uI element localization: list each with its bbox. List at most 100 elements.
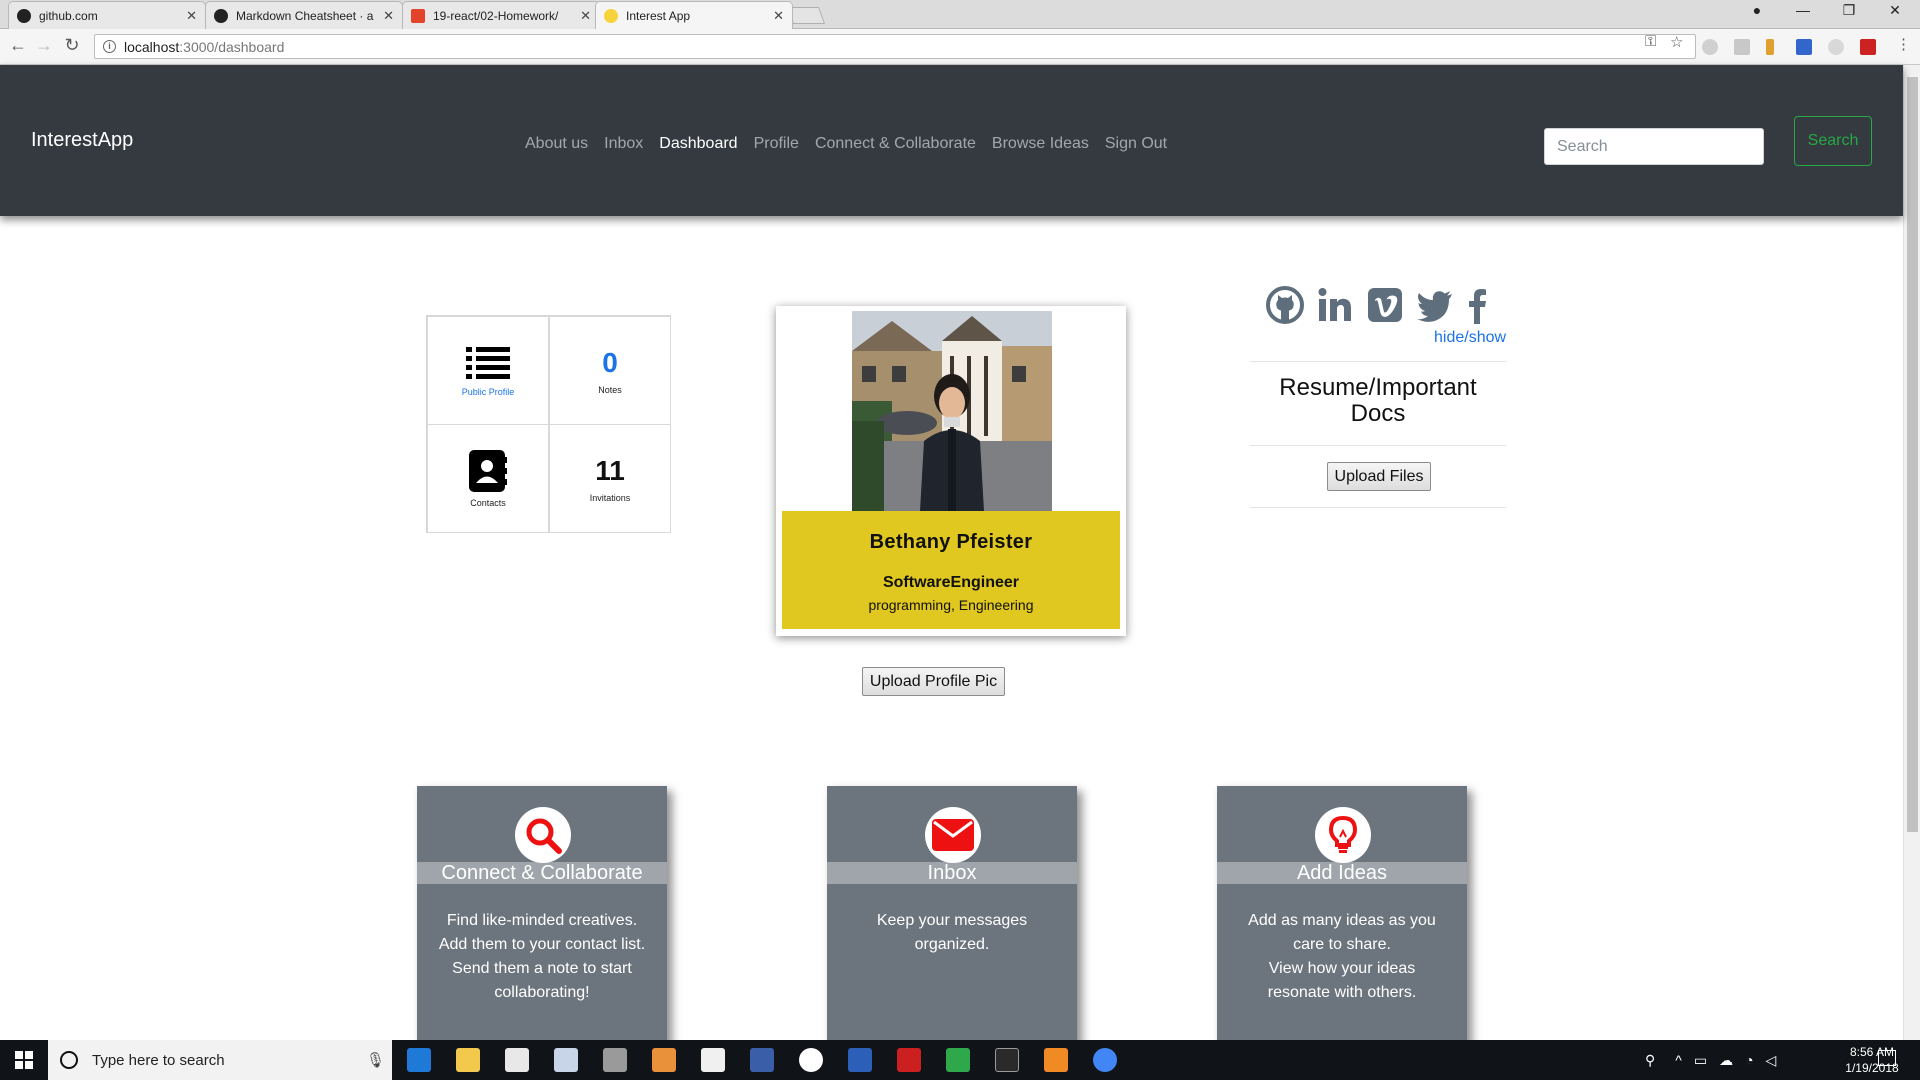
wifi-icon[interactable]: ◔: [1745, 1052, 1753, 1068]
address-bar[interactable]: i localhost:3000/dashboard: [94, 34, 1696, 59]
store-icon[interactable]: [505, 1048, 529, 1072]
volume-icon[interactable]: ◁: [1766, 1052, 1777, 1069]
close-window-button[interactable]: ✕: [1873, 2, 1917, 19]
feature-title: Add Ideas: [1217, 862, 1467, 884]
profile-photo: [852, 311, 1052, 511]
tab-interest-app[interactable]: Interest App ✕: [595, 1, 793, 29]
nav-browse-ideas[interactable]: Browse Ideas: [992, 135, 1089, 153]
notifications-icon[interactable]: [1878, 1050, 1896, 1066]
file-explorer-icon[interactable]: [456, 1048, 480, 1072]
restore-button[interactable]: ❐: [1827, 2, 1871, 19]
microphone-icon[interactable]: 🎙: [366, 1051, 385, 1069]
forward-icon[interactable]: →: [32, 35, 56, 56]
app-icon[interactable]: [603, 1048, 627, 1072]
profile-icon[interactable]: ●: [1735, 2, 1779, 18]
slack-icon[interactable]: [799, 1048, 823, 1072]
nav-dashboard[interactable]: Dashboard: [659, 135, 737, 153]
app-icon[interactable]: [554, 1048, 578, 1072]
search-button[interactable]: Search: [1794, 116, 1872, 166]
mail-icon[interactable]: [701, 1048, 725, 1072]
app-icon[interactable]: [750, 1048, 774, 1072]
feature-icon-circle: [515, 807, 571, 863]
key-icon[interactable]: ⚿: [1645, 33, 1656, 50]
close-icon[interactable]: ✕: [186, 8, 197, 24]
notes-tile[interactable]: 0 Notes: [549, 316, 671, 425]
sublime-icon[interactable]: [1044, 1048, 1068, 1072]
scrollbar-thumb[interactable]: [1907, 77, 1918, 832]
public-profile-label[interactable]: Public Profile: [462, 387, 515, 397]
invitations-tile[interactable]: 11 Invitations: [549, 424, 671, 533]
start-button[interactable]: [0, 1040, 48, 1080]
vimeo-icon[interactable]: [1366, 286, 1404, 324]
close-icon[interactable]: ✕: [383, 8, 394, 24]
nav-connect-collaborate[interactable]: Connect & Collaborate: [815, 135, 976, 153]
tab-gitlab[interactable]: 19-react/02-Homework/ ✕: [402, 1, 600, 29]
close-icon[interactable]: ✕: [580, 8, 591, 24]
nav-sign-out[interactable]: Sign Out: [1105, 135, 1167, 153]
acrobat-icon[interactable]: [897, 1048, 921, 1072]
tab-markdown-cheatsheet[interactable]: Markdown Cheatsheet · a ✕: [205, 1, 403, 29]
system-tray: ⚲ ^ ▭ ☁ ◔ ◁: [1645, 1040, 1776, 1080]
upload-profile-pic-button[interactable]: Upload Profile Pic: [862, 667, 1005, 696]
divider: [1250, 445, 1506, 446]
feature-card-connect[interactable]: Connect & Collaborate Find like-minded c…: [417, 786, 667, 1046]
notes-label: Notes: [598, 384, 622, 395]
feature-card-add-ideas[interactable]: Add Ideas Add as many ideas as you care …: [1217, 786, 1467, 1046]
profile-card: Bethany Pfeister SoftwareEngineer progra…: [776, 306, 1126, 636]
url-path: :3000/dashboard: [179, 38, 285, 55]
nav-profile[interactable]: Profile: [754, 135, 799, 153]
onedrive-icon[interactable]: ☁: [1719, 1052, 1733, 1069]
terminal-icon[interactable]: [995, 1048, 1019, 1072]
menu-icon[interactable]: ⋮: [1896, 35, 1911, 53]
contacts-tile[interactable]: Contacts: [427, 424, 549, 533]
url-host: localhost: [124, 38, 180, 55]
chrome-icon[interactable]: [1093, 1048, 1117, 1072]
app-icon[interactable]: [946, 1048, 970, 1072]
bookmark-star-icon[interactable]: ☆: [1670, 33, 1683, 51]
extension-icon[interactable]: [1734, 39, 1750, 55]
page-scrollbar[interactable]: [1903, 65, 1920, 1040]
app-navbar: InterestApp About us Inbox Dashboard Pro…: [0, 65, 1903, 216]
twitter-icon[interactable]: [1416, 286, 1454, 324]
edge-icon[interactable]: [407, 1048, 431, 1072]
feature-desc-line: Send them a note to start: [452, 960, 632, 977]
word-icon[interactable]: [848, 1048, 872, 1072]
nav-about-us[interactable]: About us: [525, 135, 588, 153]
public-profile-tile[interactable]: Public Profile: [427, 316, 549, 425]
info-icon[interactable]: i: [103, 40, 116, 53]
search-input[interactable]: [1544, 128, 1764, 165]
tab-github[interactable]: github.com ✕: [8, 1, 206, 29]
nav-links: About us Inbox Dashboard Profile Connect…: [525, 135, 1183, 153]
battery-icon[interactable]: ▭: [1694, 1052, 1707, 1069]
list-icon: [466, 346, 510, 379]
extension-icon[interactable]: [1702, 39, 1718, 55]
feature-card-inbox[interactable]: Inbox Keep your messages organized.: [827, 786, 1077, 1046]
social-links: [1266, 286, 1502, 324]
tab-title: Markdown Cheatsheet · a: [236, 8, 374, 23]
extension-icon[interactable]: [1860, 39, 1876, 55]
linkedin-icon[interactable]: [1316, 286, 1354, 324]
taskbar-search[interactable]: Type here to search 🎙: [48, 1040, 392, 1080]
github-icon: [17, 8, 31, 23]
extension-icon[interactable]: [1796, 39, 1812, 55]
extension-icon[interactable]: [1766, 39, 1774, 55]
reload-icon[interactable]: ↻: [60, 35, 84, 56]
media-icon[interactable]: [652, 1048, 676, 1072]
facebook-icon[interactable]: [1466, 286, 1490, 324]
feature-title: Inbox: [827, 862, 1077, 884]
resume-docs-title: Resume/Important Docs: [1279, 374, 1477, 427]
upload-files-button[interactable]: Upload Files: [1327, 462, 1431, 491]
address-book-icon: [469, 449, 507, 492]
nav-inbox[interactable]: Inbox: [604, 135, 643, 153]
brand-logo[interactable]: InterestApp: [31, 129, 133, 152]
close-icon[interactable]: ✕: [773, 8, 784, 24]
back-icon[interactable]: ←: [6, 35, 30, 56]
minimize-button[interactable]: —: [1781, 2, 1825, 18]
github-icon[interactable]: [1266, 286, 1304, 324]
chevron-up-icon[interactable]: ^: [1675, 1052, 1682, 1068]
profile-title: SoftwareEngineer: [882, 574, 1020, 591]
people-icon[interactable]: ⚲: [1645, 1052, 1655, 1069]
hide-show-link[interactable]: hide/show: [1434, 329, 1506, 347]
extension-icon[interactable]: [1828, 39, 1844, 55]
feature-description: Find like-minded creatives. Add them to …: [427, 909, 657, 1005]
